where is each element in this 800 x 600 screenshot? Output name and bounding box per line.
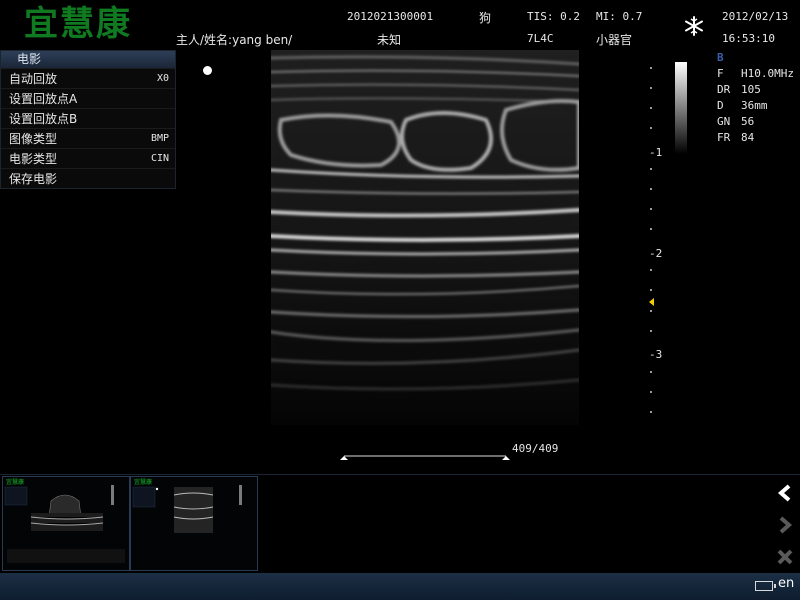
svg-text:宜慧康: 宜慧康 [134, 478, 153, 486]
mi-value: MI: 0.7 [596, 10, 643, 23]
chevron-right-icon[interactable] [774, 514, 796, 536]
param-row: D 36mm [717, 98, 794, 114]
param-key: D [717, 99, 724, 112]
menu-item-set-point-a[interactable]: 设置回放点A [1, 88, 175, 108]
depth-label: -1 [649, 146, 663, 159]
owner-name: 主人/姓名:yang ben/ [176, 33, 293, 47]
cine-start-marker-icon [340, 456, 348, 460]
param-value: 36mm [741, 99, 768, 112]
battery-icon [755, 581, 776, 591]
menu-item-image-type[interactable]: 图像类型 BMP [1, 128, 175, 148]
cine-menu: 电影 自动回放 X0 设置回放点A 设置回放点B 图像类型 BMP 电影类型 C… [0, 50, 176, 189]
menu-item-label: 电影类型 [9, 152, 58, 166]
menu-item-value: CIN [150, 153, 169, 164]
menu-item-auto-replay[interactable]: 自动回放 X0 [1, 68, 175, 88]
cine-slider[interactable] [340, 446, 510, 460]
param-row: FR 84 [717, 130, 794, 146]
preset-label: 小器官 [596, 33, 633, 47]
param-value: H10.0MHz [741, 67, 794, 80]
species-label: 狗 [479, 11, 492, 25]
svg-text:宜慧康: 宜慧康 [6, 478, 25, 486]
menu-item-set-point-b[interactable]: 设置回放点B [1, 108, 175, 128]
cine-frame-counter: 409/409 [512, 442, 559, 455]
menu-item-label: 设置回放点A [9, 92, 78, 106]
close-icon[interactable] [774, 546, 796, 568]
language-indicator[interactable]: en [778, 576, 794, 591]
snowflake-icon[interactable] [684, 16, 704, 36]
exam-time: 16:53:10 [722, 32, 775, 45]
thumbnail-1[interactable]: 宜慧康 [2, 476, 130, 571]
param-row: GN 56 [717, 114, 794, 130]
menu-item-value: BMP [150, 133, 169, 144]
depth-scale [645, 55, 675, 425]
brand-logo: 宜慧康 [24, 4, 132, 44]
thumbnail-2[interactable]: 宜慧康 [130, 476, 258, 571]
exam-date: 2012/02/13 [722, 10, 789, 23]
cursor-dot [203, 66, 212, 75]
menu-item-label: 设置回放点B [9, 112, 78, 126]
probe-label: 7L4C [527, 32, 554, 45]
mode-label: B [717, 51, 724, 64]
cine-menu-title: 电影 [1, 51, 175, 68]
param-row: F H10.0MHz [717, 66, 794, 82]
menu-item-cine-type[interactable]: 电影类型 CIN [1, 148, 175, 168]
menu-item-save-cine[interactable]: 保存电影 [1, 168, 175, 188]
param-value: 56 [741, 115, 755, 128]
focus-marker-icon[interactable] [649, 298, 654, 306]
param-key: DR [717, 83, 731, 96]
patient-id: 2012021300001 [347, 10, 434, 23]
ultrasound-image[interactable] [269, 50, 581, 425]
depth-label: -2 [649, 247, 663, 260]
chevron-left-icon[interactable] [774, 482, 796, 504]
strip-divider [0, 474, 800, 475]
grayscale-bar [675, 62, 687, 154]
param-key: F [717, 67, 724, 80]
param-row: DR 105 [717, 82, 794, 98]
menu-item-label: 图像类型 [9, 132, 58, 146]
param-key: GN [717, 115, 731, 128]
param-value: 84 [741, 131, 755, 144]
menu-item-value: X0 [156, 73, 169, 84]
cine-end-marker-icon [502, 456, 510, 460]
depth-label: -3 [649, 348, 663, 361]
param-key: FR [717, 131, 731, 144]
tis-value: TIS: 0.2 [527, 10, 580, 23]
menu-item-label: 保存电影 [9, 172, 58, 186]
menu-item-label: 自动回放 [9, 72, 58, 86]
sex-label: 未知 [377, 33, 402, 47]
param-value: 105 [741, 83, 761, 96]
image-params: B F H10.0MHz DR 105 D 36mm GN 56 FR 84 [717, 50, 794, 146]
status-bar [0, 573, 800, 600]
